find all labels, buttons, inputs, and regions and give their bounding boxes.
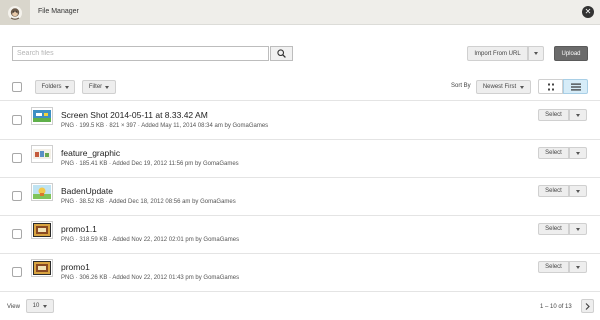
file-meta: PNG · 38.52 KB · Added Dec 18, 2012 08:5… [61, 199, 236, 205]
page-title: File Manager [38, 8, 79, 15]
file-thumbnail [31, 145, 53, 163]
chevron-down-icon [520, 85, 525, 89]
file-checkbox[interactable] [12, 153, 22, 163]
file-checkbox[interactable] [12, 267, 22, 277]
file-actions-dropdown[interactable] [569, 223, 587, 235]
file-name[interactable]: feature_graphic [61, 148, 120, 158]
file-actions-dropdown[interactable] [569, 109, 587, 121]
select-file-button[interactable]: Select [538, 109, 569, 121]
folders-dropdown[interactable]: Folders [35, 80, 75, 94]
chimp-logo-icon [8, 5, 22, 20]
list-view-icon [570, 83, 581, 90]
sort-select[interactable]: Newest First [476, 80, 531, 94]
chevron-down-icon [576, 189, 580, 193]
file-meta: PNG · 306.26 KB · Added Nov 22, 2012 01:… [61, 275, 240, 281]
search-input[interactable] [12, 46, 269, 61]
app-logo [0, 0, 30, 25]
select-file-button[interactable]: Select [538, 147, 569, 159]
filter-dropdown[interactable]: Filter [82, 80, 116, 94]
file-row[interactable]: promo1.1 PNG · 318.59 KB · Added Nov 22, … [0, 215, 600, 253]
folders-label: Folders [41, 84, 62, 90]
chevron-down-icon [576, 265, 580, 269]
list-view-button[interactable] [563, 79, 588, 94]
list-footer: View 10 1 – 10 of 13 [0, 291, 600, 320]
next-page-button[interactable] [581, 299, 594, 313]
file-row[interactable]: Screen Shot 2014-05-11 at 8.33.42 AM PNG … [0, 101, 600, 139]
per-page-select[interactable]: 10 [26, 299, 54, 313]
chevron-down-icon [105, 85, 110, 89]
file-name[interactable]: BadenUpdate [61, 186, 113, 196]
chevron-down-icon [64, 85, 69, 89]
select-file-button[interactable]: Select [538, 223, 569, 235]
file-checkbox[interactable] [12, 229, 22, 239]
file-actions-dropdown[interactable] [569, 147, 587, 159]
chevron-down-icon [576, 113, 580, 117]
import-dropdown-button[interactable] [528, 46, 544, 61]
file-thumbnail [31, 183, 53, 201]
app-header: File Manager ✕ [0, 0, 600, 25]
file-row[interactable]: BadenUpdate PNG · 38.52 KB · Added Dec 18… [0, 177, 600, 215]
file-checkbox[interactable] [12, 191, 22, 201]
select-file-button[interactable]: Select [538, 185, 569, 197]
file-meta: PNG · 185.41 KB · Added Dec 19, 2012 11:… [61, 161, 239, 167]
select-all-checkbox[interactable] [12, 82, 22, 92]
view-label: View [7, 304, 20, 310]
file-name[interactable]: promo1 [61, 262, 90, 272]
file-thumbnail [31, 221, 53, 239]
chevron-down-icon [576, 227, 580, 231]
select-file-button[interactable]: Select [538, 261, 569, 273]
chevron-right-icon [585, 302, 590, 310]
sort-value: Newest First [482, 84, 517, 90]
file-thumbnail [31, 259, 53, 277]
close-icon[interactable]: ✕ [582, 6, 594, 18]
search-icon [277, 49, 286, 58]
grid-view-button[interactable] [538, 79, 563, 94]
filter-label: Filter [88, 84, 103, 90]
file-name[interactable]: promo1.1 [61, 224, 97, 234]
file-name[interactable]: Screen Shot 2014-05-11 at 8.33.42 AM [61, 110, 208, 120]
import-from-url-button[interactable]: Import From URL [467, 46, 528, 61]
grid-view-icon [547, 83, 554, 90]
search-button[interactable] [270, 46, 293, 61]
chevron-down-icon [43, 304, 48, 308]
file-meta: PNG · 318.59 KB · Added Nov 22, 2012 02:… [61, 237, 240, 243]
file-row[interactable]: promo1 PNG · 306.26 KB · Added Nov 22, 20… [0, 253, 600, 291]
chevron-down-icon [534, 52, 538, 55]
sort-by-label: Sort By [451, 83, 471, 89]
file-row[interactable]: feature_graphic PNG · 185.41 KB · Added D… [0, 139, 600, 177]
file-checkbox[interactable] [12, 115, 22, 125]
file-thumbnail [31, 107, 53, 125]
per-page-value: 10 [32, 303, 40, 309]
file-meta: PNG · 199.5 KB · 821 × 397 · Added May 1… [61, 123, 269, 129]
chevron-down-icon [576, 151, 580, 155]
pagination-status: 1 – 10 of 13 [540, 304, 572, 310]
file-actions-dropdown[interactable] [569, 261, 587, 273]
file-actions-dropdown[interactable] [569, 185, 587, 197]
upload-button[interactable]: Upload [554, 46, 588, 61]
